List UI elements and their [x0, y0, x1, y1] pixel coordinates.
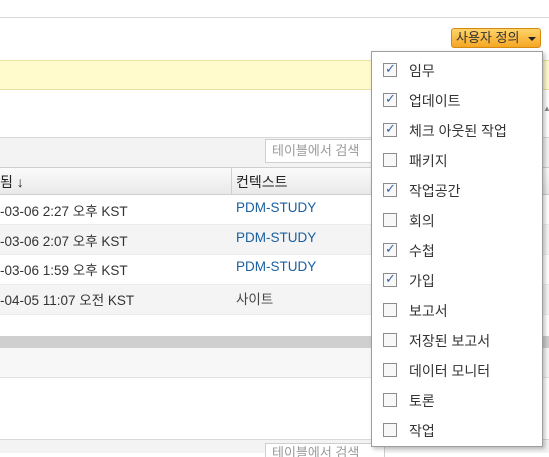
- menu-item-discussions[interactable]: 토론: [372, 386, 542, 416]
- cell-context[interactable]: 사이트: [236, 288, 273, 308]
- menu-item-tasks[interactable]: 작업: [372, 416, 542, 446]
- menu-item-notebooks[interactable]: ✓ 수첩: [372, 236, 542, 266]
- checkbox[interactable]: [383, 303, 397, 317]
- menu-item-label: 가입: [409, 273, 435, 289]
- checkbox[interactable]: [383, 423, 397, 437]
- checkbox[interactable]: [383, 213, 397, 227]
- menu-item-label: 패키지: [409, 153, 448, 169]
- menu-item-label: 보고서: [409, 303, 448, 319]
- checkbox[interactable]: ✓: [383, 61, 397, 77]
- menu-item-reports[interactable]: 보고서: [372, 296, 542, 326]
- customize-dropdown-menu: ✓ 임무 ✓ 업데이트 ✓ 체크 아웃된 작업 패키지 ✓ 작업공간 회의 ✓ …: [371, 51, 543, 447]
- table-search-input[interactable]: 테이블에서 검색: [265, 139, 385, 163]
- menu-item-assignments[interactable]: ✓ 임무: [372, 56, 542, 86]
- menu-item-label: 체크 아웃된 작업: [409, 123, 507, 139]
- checkbox[interactable]: ✓: [383, 181, 397, 197]
- checkbox[interactable]: [383, 393, 397, 407]
- menu-item-label: 저장된 보고서: [409, 333, 491, 349]
- checkbox[interactable]: [383, 153, 397, 167]
- checkmark-icon: ✓: [385, 271, 396, 286]
- menu-item-updates[interactable]: ✓ 업데이트: [372, 86, 542, 116]
- menu-item-packages[interactable]: 패키지: [372, 146, 542, 176]
- top-divider: [0, 17, 549, 18]
- checkmark-icon: ✓: [385, 121, 396, 136]
- menu-item-label: 업데이트: [409, 93, 461, 109]
- column-header-context[interactable]: 컨텍스트: [236, 172, 288, 192]
- column-divider: [231, 168, 232, 194]
- column-header-modified[interactable]: 됨 ↓: [0, 172, 24, 192]
- checkbox[interactable]: [383, 363, 397, 377]
- menu-item-label: 수첩: [409, 243, 435, 259]
- checkbox[interactable]: ✓: [383, 121, 397, 137]
- cell-modified: -03-06 2:07 오후 KST: [0, 234, 128, 249]
- menu-item-meetings[interactable]: 회의: [372, 206, 542, 236]
- checkmark-icon: ✓: [385, 181, 396, 196]
- checkbox[interactable]: ✓: [383, 91, 397, 107]
- scroll-up-icon[interactable]: ▲: [543, 104, 549, 114]
- menu-item-checked-out-work[interactable]: ✓ 체크 아웃된 작업: [372, 116, 542, 146]
- checkbox[interactable]: [383, 333, 397, 347]
- cell-context-link[interactable]: PDM-STUDY: [236, 230, 316, 245]
- checkbox[interactable]: ✓: [383, 241, 397, 257]
- customize-button[interactable]: 사용자 정의: [451, 28, 541, 48]
- menu-item-data-monitors[interactable]: 데이터 모니터: [372, 356, 542, 386]
- checkmark-icon: ✓: [385, 91, 396, 106]
- checkbox[interactable]: ✓: [383, 271, 397, 287]
- menu-item-label: 데이터 모니터: [409, 363, 491, 379]
- menu-item-workspaces[interactable]: ✓ 작업공간: [372, 176, 542, 206]
- cell-context-link[interactable]: PDM-STUDY: [236, 200, 316, 215]
- menu-item-label: 작업: [409, 423, 435, 439]
- chevron-down-icon: [528, 37, 536, 41]
- menu-item-saved-reports[interactable]: 저장된 보고서: [372, 326, 542, 356]
- checkmark-icon: ✓: [385, 61, 396, 76]
- second-table-search-input[interactable]: 테이블에서 검색: [265, 443, 385, 457]
- cell-modified: -04-05 11:07 오전 KST: [0, 293, 135, 308]
- cell-context-link[interactable]: PDM-STUDY: [236, 259, 316, 274]
- cell-modified: -03-06 1:59 오후 KST: [0, 263, 128, 278]
- menu-item-label: 임무: [409, 63, 435, 79]
- cell-modified: -03-06 2:27 오후 KST: [0, 204, 128, 219]
- menu-item-label: 작업공간: [409, 183, 461, 199]
- menu-item-label: 토론: [409, 393, 435, 409]
- customize-button-label: 사용자 정의: [456, 30, 520, 45]
- menu-item-subscriptions[interactable]: ✓ 가입: [372, 266, 542, 296]
- checkmark-icon: ✓: [385, 241, 396, 256]
- menu-item-label: 회의: [409, 213, 435, 229]
